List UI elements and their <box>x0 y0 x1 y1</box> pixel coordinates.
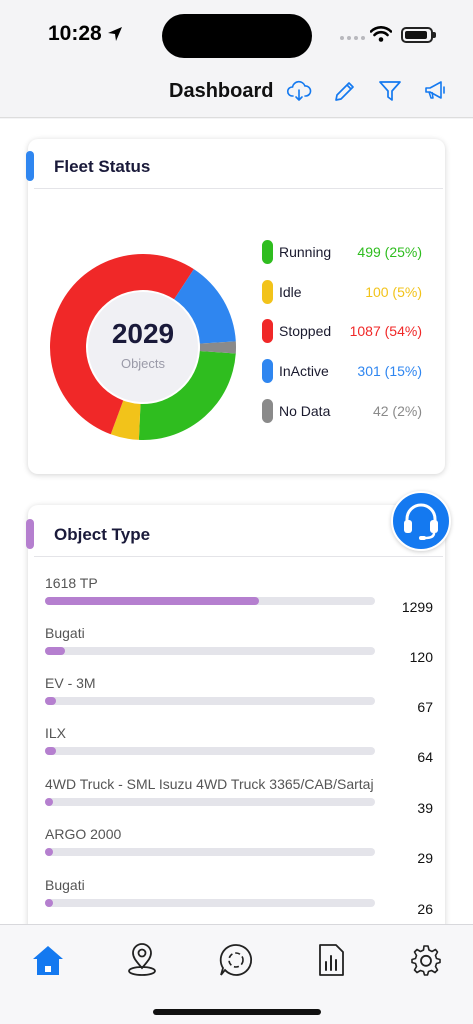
status-time: 10:28 <box>48 22 102 45</box>
location-pin-icon[interactable] <box>124 942 160 978</box>
legend-label: No Data <box>279 403 331 419</box>
object-type-bar-fill <box>45 899 54 907</box>
filter-icon[interactable] <box>377 78 403 104</box>
object-type-row[interactable]: ILX 64 <box>45 725 435 769</box>
object-type-count: 64 <box>417 749 433 765</box>
legend-swatch <box>262 359 273 383</box>
object-type-bar-track <box>45 697 375 705</box>
donut-total: 2029 <box>111 318 175 349</box>
object-type-count: 39 <box>417 800 433 816</box>
legend-swatch <box>262 319 273 343</box>
object-type-name: ILX <box>45 725 67 741</box>
legend-value: 100 (5%) <box>365 284 422 300</box>
card-divider <box>34 188 443 189</box>
legend-swatch <box>262 280 273 304</box>
legend-label: Idle <box>279 284 302 300</box>
chat-icon[interactable] <box>218 942 254 978</box>
object-type-bar-track <box>45 647 375 655</box>
object-type-name: 4WD Truck - SML Isuzu 4WD Truck 3365/CAB… <box>45 776 374 792</box>
donut-center: 2029 Objects <box>88 292 198 402</box>
legend-item-running[interactable]: Running 499 (25%) <box>262 240 432 264</box>
legend-item-stopped[interactable]: Stopped 1087 (54%) <box>262 319 432 343</box>
wifi-icon <box>370 26 392 42</box>
legend-swatch <box>262 240 273 264</box>
object-type-row[interactable]: EV - 3M 67 <box>45 675 435 719</box>
card-divider <box>34 556 443 557</box>
object-type-count: 67 <box>417 699 433 715</box>
object-type-count: 26 <box>417 901 433 917</box>
object-type-name: ARGO 2000 <box>45 826 122 842</box>
support-button[interactable] <box>391 491 451 551</box>
status-bar: 10:28 <box>0 0 473 72</box>
megaphone-icon[interactable] <box>422 78 448 104</box>
legend-label: Stopped <box>279 323 332 339</box>
object-type-name: 1618 TP <box>45 575 98 591</box>
location-arrow-icon <box>108 27 122 41</box>
legend-value: 1087 (54%) <box>349 323 422 339</box>
bottom-tab-bar <box>0 924 473 1024</box>
dynamic-island <box>162 14 312 58</box>
object-type-bar-fill <box>45 697 57 705</box>
object-type-name: Bugati <box>45 625 85 641</box>
fleet-status-card: Fleet Status 2029 Objects Running 499 (2… <box>26 139 445 474</box>
object-type-card: Object Type 1618 TP 1299 Bugati 120 EV -… <box>26 505 445 924</box>
object-type-name: EV - 3M <box>45 675 96 691</box>
object-type-bar-track <box>45 848 375 856</box>
home-icon[interactable] <box>30 942 66 978</box>
app-header: Dashboard <box>0 72 473 118</box>
object-type-bar-track <box>45 798 375 806</box>
card-accent <box>26 519 34 549</box>
home-indicator <box>153 1009 321 1015</box>
legend-item-inactive[interactable]: InActive 301 (15%) <box>262 359 432 383</box>
object-type-bar-fill <box>45 647 65 655</box>
legend-item-idle[interactable]: Idle 100 (5%) <box>262 280 432 304</box>
object-type-row[interactable]: ARGO 2000 29 <box>45 826 435 870</box>
legend-value: 499 (25%) <box>357 244 422 260</box>
legend-swatch <box>262 399 273 423</box>
cloud-download-icon[interactable] <box>286 78 312 104</box>
object-type-bar-track <box>45 597 375 605</box>
card-title: Fleet Status <box>54 157 151 176</box>
battery-icon <box>401 27 436 43</box>
headset-icon <box>404 503 438 540</box>
object-type-name: Bugati <box>45 877 85 893</box>
object-type-row[interactable]: Bugati 120 <box>45 625 435 669</box>
page-title: Dashboard <box>169 80 274 102</box>
object-type-bar-fill <box>45 848 54 856</box>
legend-value: 301 (15%) <box>357 363 422 379</box>
legend-item-no-data[interactable]: No Data 42 (2%) <box>262 399 432 423</box>
cellular-signal-icon <box>340 36 365 40</box>
card-accent <box>26 151 34 181</box>
legend-value: 42 (2%) <box>372 403 422 419</box>
object-type-row[interactable]: Bugati 26 <box>45 877 435 921</box>
object-type-bar-track <box>45 747 375 755</box>
object-type-count: 1299 <box>401 599 433 615</box>
report-icon[interactable] <box>313 942 349 978</box>
legend-label: Running <box>279 244 332 260</box>
object-type-bar-fill <box>45 747 56 755</box>
object-type-row[interactable]: 4WD Truck - SML Isuzu 4WD Truck 3365/CAB… <box>45 776 435 820</box>
card-title: Object Type <box>54 525 151 544</box>
object-type-count: 29 <box>417 850 433 866</box>
object-type-bar-track <box>45 899 375 907</box>
legend-label: InActive <box>279 363 329 379</box>
settings-icon[interactable] <box>407 942 443 978</box>
object-type-count: 120 <box>409 649 433 665</box>
donut-total-label: Objects <box>120 356 166 371</box>
object-type-bar-fill <box>45 597 260 605</box>
pencil-icon[interactable] <box>332 78 358 104</box>
object-type-row[interactable]: 1618 TP 1299 <box>45 575 435 619</box>
object-type-bar-fill <box>45 798 54 806</box>
